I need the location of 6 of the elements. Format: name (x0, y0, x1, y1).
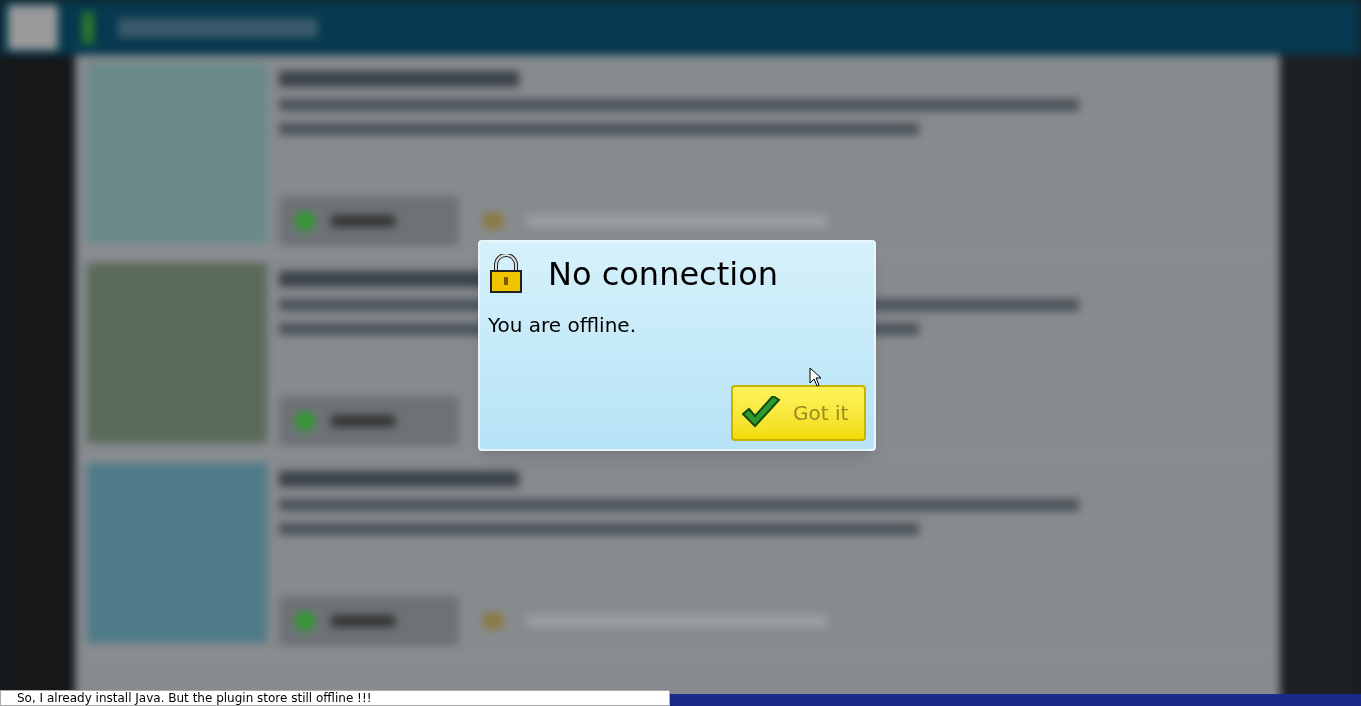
dialog-message: You are offline. (488, 312, 637, 339)
lock-icon (488, 254, 524, 294)
dialog-title: No connection (548, 254, 778, 295)
mouse-pointer-icon (809, 367, 822, 387)
checkmark-icon (741, 396, 781, 430)
comment-field[interactable]: So, I already install Java. But the plugin store still offline !!! (0, 690, 670, 706)
